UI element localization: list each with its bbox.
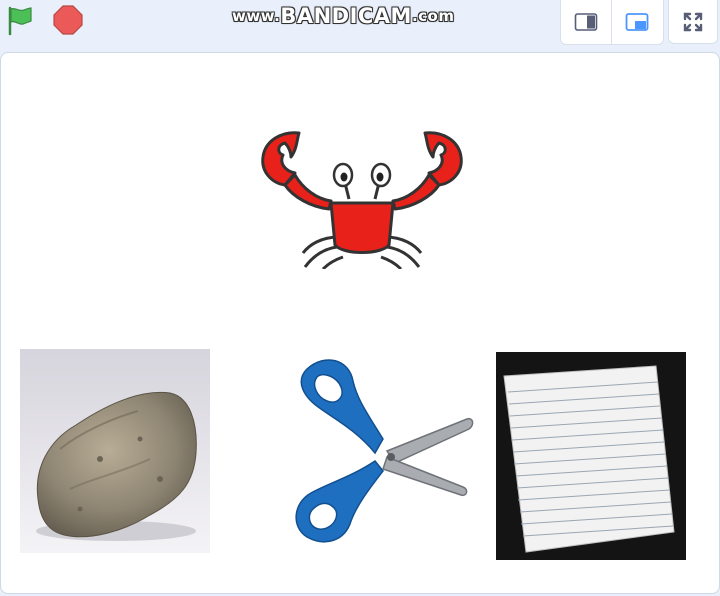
crab-sprite[interactable]	[259, 127, 465, 269]
stage-toolbar: www. BANDICAM .com	[0, 0, 720, 48]
green-flag-button[interactable]	[4, 4, 36, 36]
rock-sprite[interactable]	[20, 349, 210, 553]
fullscreen-button[interactable]	[668, 0, 718, 44]
small-stage-icon	[574, 13, 598, 31]
stage-size-toggle	[560, 0, 664, 45]
watermark-brand: BANDICAM	[280, 4, 412, 28]
scissors-sprite[interactable]	[291, 353, 475, 547]
bandicam-watermark: www. BANDICAM .com	[232, 2, 454, 30]
green-flag-icon	[8, 6, 32, 36]
fullscreen-icon	[683, 12, 703, 31]
watermark-prefix: www.	[232, 7, 281, 25]
stop-button[interactable]	[52, 4, 84, 36]
normal-stage-icon	[625, 13, 648, 31]
paper-sprite[interactable]	[496, 352, 686, 560]
watermark-suffix: .com	[411, 7, 455, 25]
stop-icon	[53, 5, 83, 35]
stage-canvas[interactable]	[0, 52, 720, 594]
normal-stage-button[interactable]	[611, 0, 661, 44]
small-stage-button[interactable]	[561, 0, 611, 44]
